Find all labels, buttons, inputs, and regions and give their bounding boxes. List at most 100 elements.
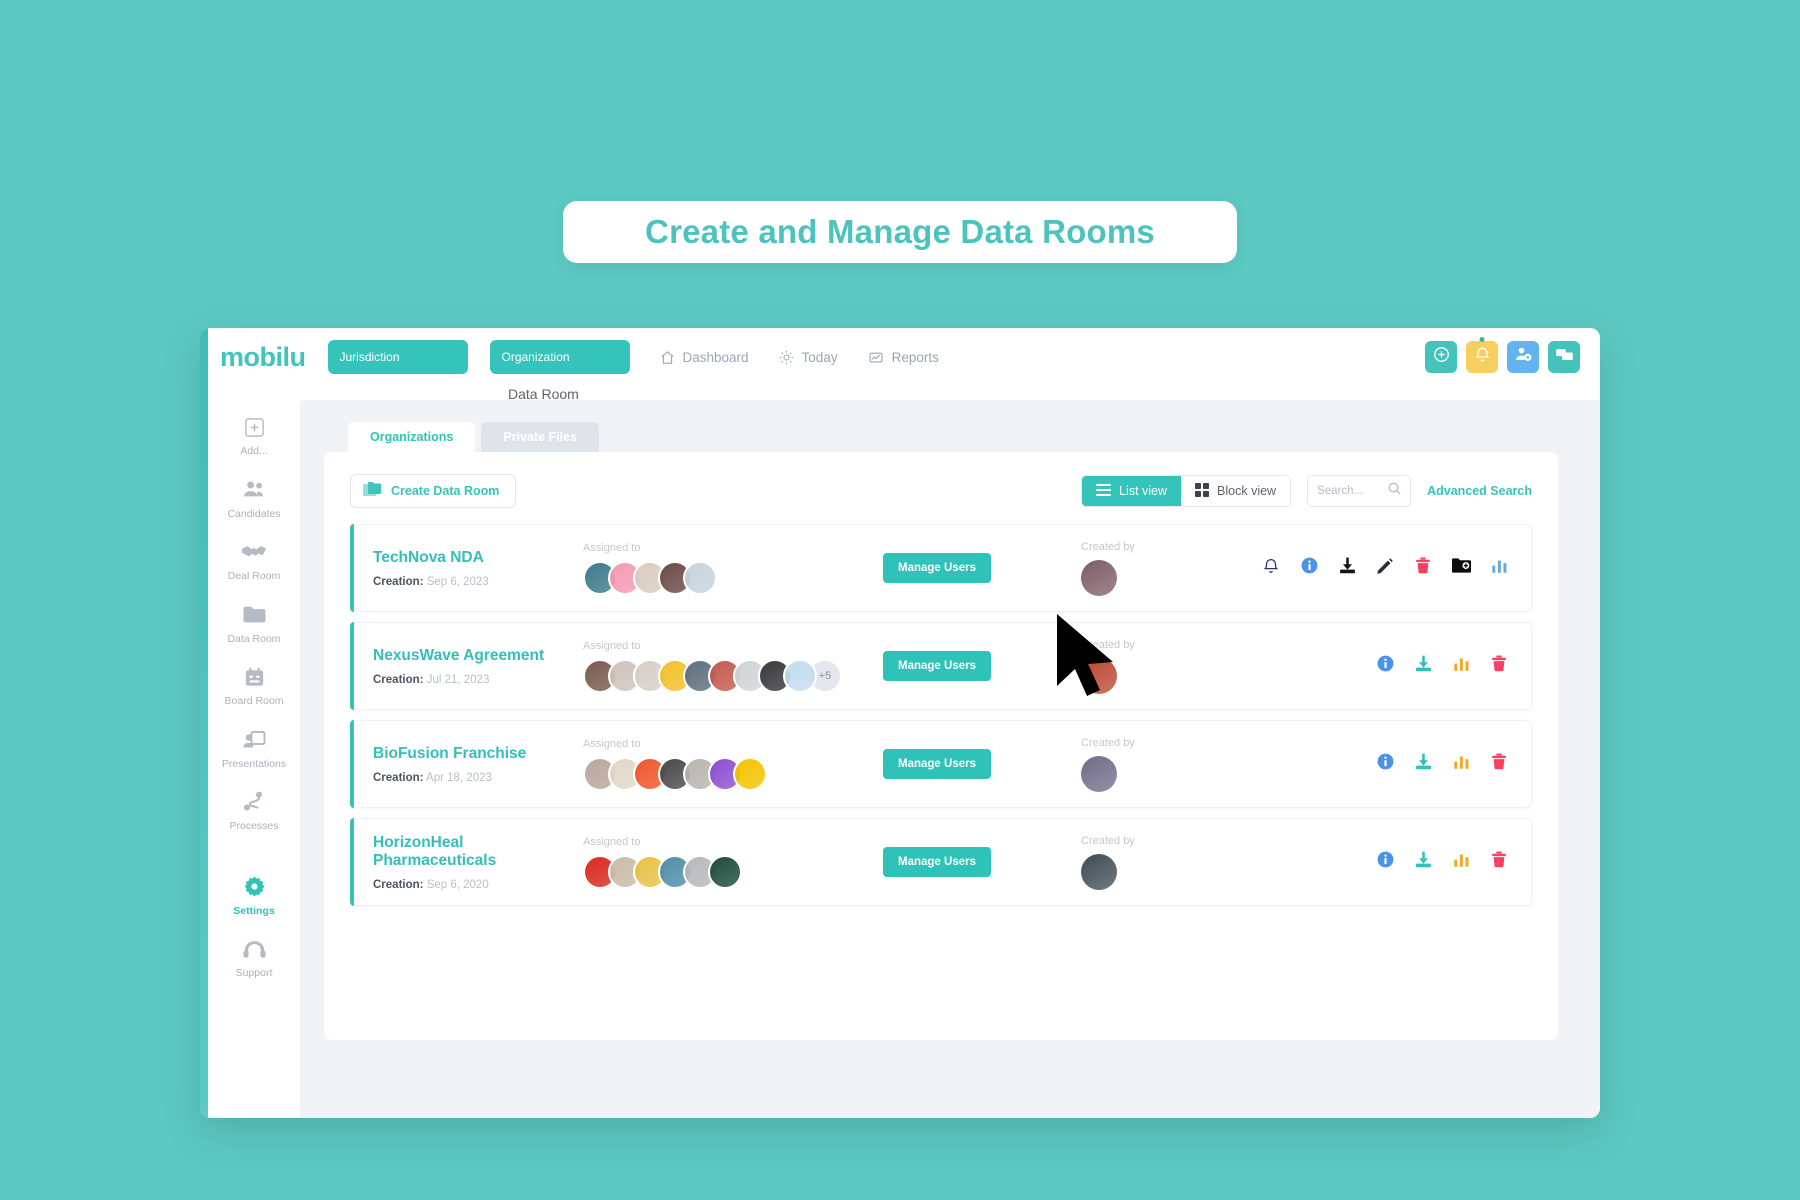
assigned-to-cell: Assigned to — [583, 836, 883, 889]
creator-avatar[interactable] — [1081, 559, 1117, 596]
chart-action-button[interactable] — [1451, 656, 1471, 676]
assigned-to-label: Assigned to — [583, 639, 641, 652]
creation-value: Jul 21, 2023 — [426, 673, 490, 686]
room-title[interactable]: HorizonHeal Pharmaceuticals — [373, 834, 583, 870]
trash-action-button[interactable] — [1489, 752, 1509, 776]
tab-label: Organizations — [370, 430, 454, 444]
block-view-button[interactable]: Block view — [1181, 476, 1291, 506]
download-action-button[interactable] — [1413, 850, 1433, 874]
avatar[interactable] — [733, 756, 767, 791]
mouse-cursor — [1055, 612, 1123, 709]
row-actions — [1239, 654, 1531, 678]
create-data-room-button[interactable]: Create Data Room — [350, 474, 517, 508]
sidebar-item-data-room[interactable]: Data Room — [208, 602, 300, 646]
chart-action-button[interactable] — [1451, 754, 1471, 774]
table-row[interactable]: HorizonHeal Pharmaceuticals Creation: Sep… — [350, 818, 1532, 906]
row-actions — [1239, 850, 1531, 874]
download-icon — [1414, 850, 1433, 874]
download-action-button[interactable] — [1413, 654, 1433, 678]
nav-reports[interactable]: Reports — [868, 350, 939, 365]
chart-icon — [1490, 557, 1509, 580]
user-settings-button[interactable] — [1507, 341, 1539, 373]
chart-icon — [1452, 753, 1471, 776]
folder-add-action-button[interactable] — [1451, 558, 1471, 578]
edit-icon — [1376, 557, 1394, 580]
creator-avatar[interactable] — [1081, 755, 1117, 792]
nav-today[interactable]: Today — [779, 350, 838, 365]
add-button[interactable] — [1425, 341, 1457, 373]
row-accent-bar — [350, 818, 354, 906]
trash-action-button[interactable] — [1489, 655, 1509, 676]
search-input[interactable] — [1317, 485, 1389, 497]
sidebar-item-board-room[interactable]: Board Room — [208, 664, 300, 708]
organization-selector[interactable]: Organization — [489, 340, 630, 374]
trash-action-button[interactable] — [1413, 557, 1433, 578]
sidebar-item-deal-room[interactable]: Deal Room — [208, 539, 300, 583]
notification-badge-dot — [1479, 337, 1485, 342]
hero-title: Create and Manage Data Rooms — [645, 213, 1155, 250]
assigned-to-label: Assigned to — [583, 737, 641, 750]
info-action-button[interactable] — [1375, 851, 1395, 872]
row-accent-bar — [350, 720, 354, 808]
avatar[interactable] — [683, 560, 717, 595]
trash-icon — [1490, 752, 1508, 776]
avatar[interactable] — [783, 658, 817, 693]
sidebar-item-processes[interactable]: Processes — [208, 789, 300, 833]
sidebar-item-add[interactable]: Add... — [208, 414, 300, 458]
manage-users-button[interactable]: Manage Users — [883, 553, 991, 583]
table-row[interactable]: BioFusion Franchise Creation: Apr 18, 202… — [350, 720, 1532, 808]
nav-dashboard[interactable]: Dashboard — [660, 350, 749, 365]
hero-banner: Create and Manage Data Rooms — [563, 201, 1237, 263]
tab-bar: Organizations Private Files — [324, 422, 1558, 452]
creator-avatar[interactable] — [1081, 853, 1117, 890]
list-view-button[interactable]: List view — [1082, 476, 1182, 506]
download-icon — [1414, 654, 1433, 678]
tab-private-files[interactable]: Private Files — [481, 422, 599, 452]
bell-action-button[interactable] — [1261, 558, 1281, 578]
headset-icon — [241, 936, 267, 962]
nav-today-label: Today — [801, 349, 838, 365]
sidebar-item-presentations[interactable]: Presentations — [208, 727, 300, 771]
chart-action-button[interactable] — [1489, 558, 1509, 578]
sidebar-item-settings[interactable]: Settings — [208, 874, 300, 918]
notifications-button[interactable] — [1466, 337, 1498, 373]
jurisdiction-selector[interactable]: Jurisdiction — [327, 340, 468, 374]
advanced-search-link[interactable]: Advanced Search — [1427, 484, 1532, 498]
manage-users-button[interactable]: Manage Users — [883, 749, 991, 779]
room-title[interactable]: TechNova NDA — [373, 549, 583, 567]
trash-action-button[interactable] — [1489, 851, 1509, 872]
download-action-button[interactable] — [1413, 753, 1433, 774]
table-row[interactable]: TechNova NDA Creation: Sep 6, 2023 Assigne… — [350, 524, 1532, 612]
people-icon — [241, 477, 267, 503]
messages-button[interactable] — [1548, 341, 1580, 373]
edit-action-button[interactable] — [1375, 557, 1395, 580]
table-row[interactable]: NexusWave Agreement Creation: Jul 21, 202… — [350, 622, 1532, 710]
sidebar-item-label: Candidates — [227, 507, 281, 520]
info-action-button[interactable] — [1299, 556, 1319, 580]
sidebar-item-support[interactable]: Support — [208, 936, 300, 980]
handshake-icon — [241, 539, 267, 565]
manage-users-button[interactable]: Manage Users — [883, 651, 991, 681]
room-title[interactable]: BioFusion Franchise — [373, 745, 583, 763]
sidebar-item-label: Settings — [233, 904, 275, 917]
creation-value: Sep 6, 2023 — [426, 575, 489, 588]
sidebar-item-candidates[interactable]: Candidates — [208, 477, 300, 521]
assigned-to-cell: Assigned to +5 — [583, 640, 883, 693]
tab-organizations[interactable]: Organizations — [348, 422, 476, 452]
created-by-label: Created by — [1081, 736, 1135, 749]
panel-toolbar: Create Data Room List view Block view Se… — [350, 474, 1532, 508]
search-box[interactable] — [1307, 475, 1412, 507]
chart-action-button[interactable] — [1451, 852, 1471, 872]
info-action-button[interactable] — [1375, 655, 1395, 676]
nav-reports-label: Reports — [891, 349, 939, 365]
app-logo: mobilu — [220, 341, 306, 372]
manage-users-button[interactable]: Manage Users — [883, 847, 991, 877]
search-icon[interactable] — [1388, 482, 1401, 500]
avatar[interactable] — [708, 854, 742, 889]
info-action-button[interactable] — [1375, 752, 1395, 776]
room-title[interactable]: NexusWave Agreement — [373, 647, 583, 665]
info-icon — [1300, 556, 1319, 580]
data-room-list: TechNova NDA Creation: Sep 6, 2023 Assigne… — [350, 524, 1532, 906]
download-action-button[interactable] — [1337, 557, 1357, 578]
info-icon — [1376, 752, 1395, 776]
